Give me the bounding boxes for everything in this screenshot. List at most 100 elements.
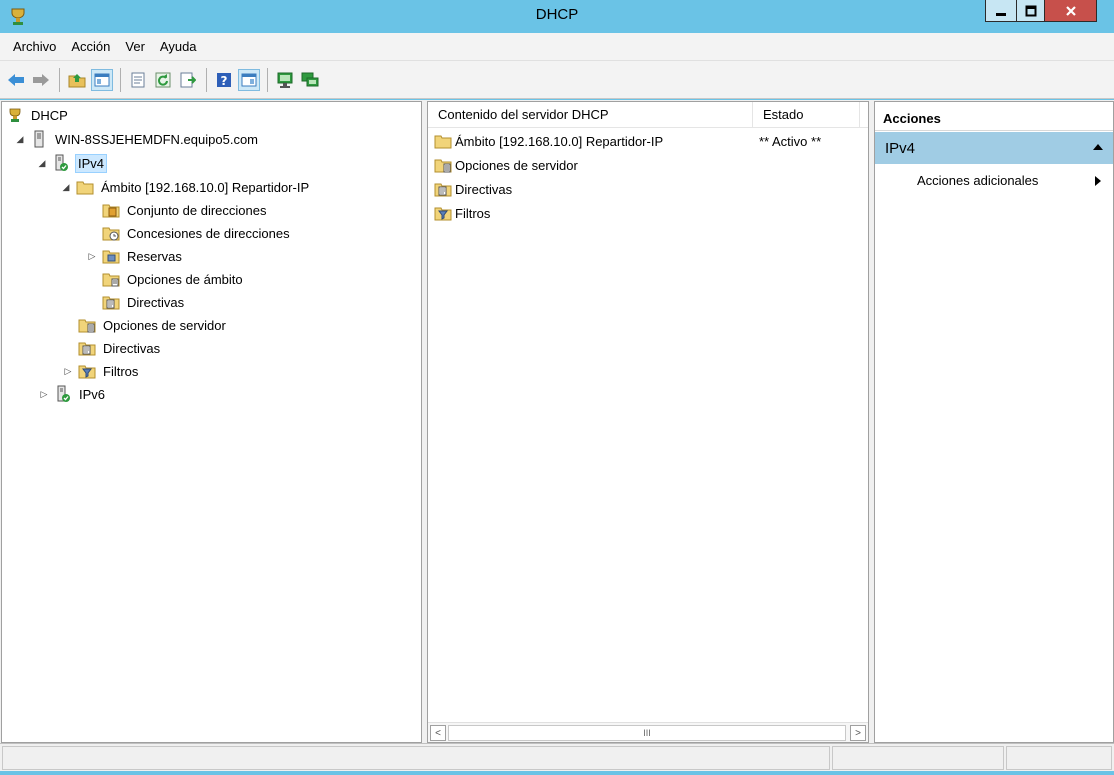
tree-label: Ámbito [192.168.10.0] Repartidor-IP <box>101 179 310 195</box>
server-icon <box>277 72 293 88</box>
actions-section-label: IPv4 <box>885 139 916 157</box>
tree-node-ipv6[interactable]: ▷ IPv6 <box>38 383 107 405</box>
list-item[interactable]: Ámbito [192.168.10.0] Repartidor-IP ** A… <box>434 130 864 152</box>
expand-arrow-icon[interactable]: ▷ <box>62 365 74 377</box>
list-header: Contenido del servidor DHCP Estado <box>428 102 868 128</box>
tree-node-scope-policies[interactable]: Directivas <box>102 291 186 313</box>
status-cell <box>2 746 830 770</box>
column-header-state[interactable]: Estado <box>753 102 860 128</box>
tree-node-policies[interactable]: Directivas <box>78 337 162 359</box>
expand-arrow-icon[interactable]: ▷ <box>38 388 50 400</box>
server-tower-icon <box>30 130 48 148</box>
forward-button[interactable] <box>30 69 52 91</box>
tree-label: Directivas <box>127 294 185 310</box>
more-actions-item[interactable]: Acciones adicionales <box>875 170 1113 192</box>
list-item[interactable]: Opciones de servidor <box>434 154 864 176</box>
folder-icon <box>76 178 94 196</box>
server-options-icon <box>78 316 96 334</box>
list-item[interactable]: Directivas <box>434 178 864 200</box>
server-button[interactable] <box>274 69 296 91</box>
menu-bar: Archivo Acción Ver Ayuda <box>0 33 1114 61</box>
list-item-state: ** Activo ** <box>759 133 822 149</box>
folder-icon <box>434 132 452 150</box>
policies-icon <box>434 180 452 198</box>
result-list: Contenido del servidor DHCP Estado Ámbit… <box>427 101 869 743</box>
window-bottom-border <box>0 771 1114 775</box>
show-hide-action-pane-button[interactable] <box>238 68 260 91</box>
tree-label: Opciones de ámbito <box>127 271 243 287</box>
tree-label: Directivas <box>103 340 161 356</box>
policies-icon <box>102 293 120 311</box>
tree-node-address-pool[interactable]: Conjunto de direcciones <box>102 199 268 221</box>
menu-accion[interactable]: Acción <box>66 37 115 57</box>
properties-button[interactable] <box>127 69 149 91</box>
status-cell <box>1006 746 1112 770</box>
scroll-left-arrow-icon[interactable]: < <box>430 725 446 741</box>
refresh-button[interactable] <box>152 69 174 91</box>
toolbar: ? <box>0 61 1114 99</box>
actions-pane: Acciones IPv4 Acciones adicionales <box>874 101 1114 743</box>
list-item-name: Opciones de servidor <box>455 157 578 173</box>
show-hide-action-pane-icon <box>241 73 257 86</box>
list-item[interactable]: Filtros <box>434 202 864 224</box>
maximize-button[interactable] <box>1017 0 1045 22</box>
tree-label: Reservas <box>127 248 182 264</box>
refresh-icon <box>155 72 171 87</box>
back-arrow-icon <box>8 73 24 86</box>
svg-text:?: ? <box>221 74 228 88</box>
show-hide-tree-icon <box>94 73 110 86</box>
collapse-up-icon[interactable] <box>1093 144 1103 150</box>
tree-label: IPv6 <box>79 386 106 402</box>
add-server-button[interactable] <box>299 69 321 91</box>
collapse-arrow-icon[interactable]: ◢ <box>60 181 72 193</box>
more-actions-label: Acciones adicionales <box>917 173 1039 188</box>
back-button[interactable] <box>5 69 27 91</box>
menu-ver[interactable]: Ver <box>120 37 150 57</box>
up-one-level-button[interactable] <box>66 69 88 91</box>
help-icon: ? <box>217 72 231 88</box>
tree-node-filters[interactable]: ▷ Filtros <box>62 360 140 382</box>
toolbar-separator <box>120 67 121 92</box>
tree-node-scope-options[interactable]: Opciones de ámbito <box>102 268 245 290</box>
actions-section-ipv4[interactable]: IPv4 <box>875 132 1113 164</box>
minimize-button[interactable] <box>985 0 1017 22</box>
tree-node-server[interactable]: ◢ WIN-8SSJEHEMDFN.equipo5.com <box>14 128 260 150</box>
tree-label: Opciones de servidor <box>103 317 226 333</box>
menu-ayuda[interactable]: Ayuda <box>155 37 202 57</box>
toolbar-separator <box>206 67 207 92</box>
scroll-right-arrow-icon[interactable]: > <box>850 725 866 741</box>
column-header-content[interactable]: Contenido del servidor DHCP <box>428 102 753 128</box>
address-leases-icon <box>102 224 120 242</box>
ipv4-server-icon <box>52 154 70 172</box>
menu-archivo[interactable]: Archivo <box>8 37 61 57</box>
close-icon <box>1065 5 1076 16</box>
tree-node-address-leases[interactable]: Concesiones de direcciones <box>102 222 292 244</box>
collapse-arrow-icon[interactable]: ◢ <box>36 157 48 169</box>
reservations-icon <box>102 247 120 265</box>
tree-node-ipv4[interactable]: ◢ IPv4 <box>36 152 108 174</box>
close-button[interactable] <box>1045 0 1097 22</box>
scroll-thumb[interactable]: III <box>448 725 846 741</box>
status-bar <box>0 743 1114 771</box>
filter-icon <box>78 362 96 380</box>
toolbar-separator <box>267 67 268 92</box>
help-button[interactable]: ? <box>213 69 235 91</box>
list-item-name: Ámbito [192.168.10.0] Repartidor-IP <box>455 133 664 149</box>
tree-label: Concesiones de direcciones <box>127 225 290 241</box>
tree-node-server-options[interactable]: Opciones de servidor <box>78 314 228 336</box>
show-hide-console-tree-button[interactable] <box>91 68 113 91</box>
horizontal-scrollbar[interactable]: < III > <box>428 722 868 742</box>
tree-label: DHCP <box>31 107 68 123</box>
tree-node-scope[interactable]: ◢ Ámbito [192.168.10.0] Repartidor-IP <box>60 176 311 198</box>
tree-label: WIN-8SSJEHEMDFN.equipo5.com <box>55 131 258 147</box>
tree-node-reservations[interactable]: ▷ Reservas <box>86 245 184 267</box>
tree-node-dhcp[interactable]: DHCP <box>6 104 70 126</box>
add-server-icon <box>301 72 319 86</box>
forward-arrow-icon <box>33 73 49 86</box>
tree-label: Conjunto de direcciones <box>127 202 267 218</box>
collapse-arrow-icon[interactable]: ◢ <box>14 133 26 145</box>
list-item-name: Directivas <box>455 181 513 197</box>
export-list-button[interactable] <box>177 69 199 91</box>
policies-icon <box>78 339 96 357</box>
expand-arrow-icon[interactable]: ▷ <box>86 250 98 262</box>
